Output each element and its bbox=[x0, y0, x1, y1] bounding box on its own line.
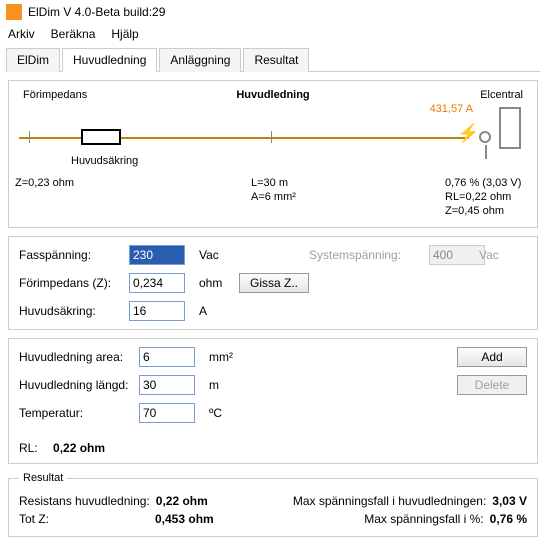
tab-eldim[interactable]: ElDim bbox=[6, 48, 60, 72]
gissa-z-button[interactable]: Gissa Z.. bbox=[239, 273, 309, 293]
label-elcentral: Elcentral bbox=[480, 89, 523, 101]
input-huvudsakring[interactable] bbox=[129, 301, 185, 321]
result-maxdrop-label: Max spänningsfall i huvudledningen: bbox=[293, 494, 486, 508]
label-len: L=30 m bbox=[251, 177, 288, 189]
elc-knob bbox=[479, 131, 491, 143]
label-area: A=6 mm² bbox=[251, 191, 296, 203]
input-systemspanning bbox=[429, 245, 485, 265]
input-fasspanning[interactable] bbox=[129, 245, 185, 265]
label-forimpedans-z: Förimpedans (Z): bbox=[19, 276, 129, 290]
tick-mid bbox=[271, 131, 272, 143]
unit-c: ºC bbox=[209, 406, 249, 420]
label-area: Huvudledning area: bbox=[19, 350, 139, 364]
unit-vac: Vac bbox=[199, 248, 239, 262]
input-forimpedans[interactable] bbox=[129, 273, 185, 293]
input-temperatur[interactable] bbox=[139, 403, 195, 423]
tab-huvudledning[interactable]: Huvudledning bbox=[62, 48, 157, 72]
input-length[interactable] bbox=[139, 375, 195, 395]
rl-line: RL: 0,22 ohm bbox=[19, 441, 527, 455]
rl-value: 0,22 ohm bbox=[53, 441, 105, 455]
label-fasspanning: Fasspänning: bbox=[19, 248, 129, 262]
unit-m: m bbox=[209, 378, 249, 392]
tick-source bbox=[29, 131, 30, 143]
app-icon bbox=[6, 4, 22, 20]
label-huvudsakring-form: Huvudsäkring: bbox=[19, 304, 129, 318]
result-legend: Resultat bbox=[19, 472, 67, 484]
diagram: Förimpedans Huvudledning Elcentral 431,5… bbox=[19, 89, 527, 219]
result-maxpct-label: Max spänningsfall i %: bbox=[364, 512, 483, 526]
unit-sys-vac: Vac bbox=[479, 248, 519, 262]
label-systemspanning: Systemspänning: bbox=[309, 248, 429, 262]
label-current: 431,57 A bbox=[430, 103, 473, 115]
form-panel-2: Huvudledning area: mm² Add Huvudledning … bbox=[8, 338, 538, 464]
label-zsrc: Z=0,23 ohm bbox=[15, 177, 74, 189]
add-button[interactable]: Add bbox=[457, 347, 527, 367]
unit-mm2: mm² bbox=[209, 350, 249, 364]
unit-ohm: ohm bbox=[199, 276, 239, 290]
result-res-value: 0,22 ohm bbox=[156, 494, 208, 508]
label-zend: Z=0,45 ohm bbox=[445, 205, 504, 217]
fuse-box bbox=[81, 129, 121, 145]
elc-stem bbox=[485, 145, 487, 159]
result-totz-label: Tot Z: bbox=[19, 512, 149, 526]
tab-anlaggning[interactable]: Anläggning bbox=[159, 48, 241, 72]
menubar: Arkiv Beräkna Hjälp bbox=[0, 24, 546, 47]
input-area[interactable] bbox=[139, 347, 195, 367]
label-rl: RL=0,22 ohm bbox=[445, 191, 511, 203]
elc-box bbox=[499, 107, 521, 149]
label-huvudsakring: Huvudsäkring bbox=[71, 155, 138, 167]
result-totz-value: 0,453 ohm bbox=[155, 512, 214, 526]
delete-button: Delete bbox=[457, 375, 527, 395]
menu-berakna[interactable]: Beräkna bbox=[51, 27, 96, 41]
result-res-label: Resistans huvudledning: bbox=[19, 494, 150, 508]
bolt-icon: ⚡ bbox=[457, 123, 479, 144]
diagram-panel: Förimpedans Huvudledning Elcentral 431,5… bbox=[8, 80, 538, 228]
result-panel: Resultat Resistans huvudledning: 0,22 oh… bbox=[8, 472, 538, 537]
titlebar: ElDim V 4.0-Beta build:29 bbox=[0, 0, 546, 24]
window-title: ElDim V 4.0-Beta build:29 bbox=[28, 5, 165, 19]
menu-hjalp[interactable]: Hjälp bbox=[111, 27, 138, 41]
unit-a: A bbox=[199, 304, 239, 318]
label-temperatur: Temperatur: bbox=[19, 406, 139, 420]
tab-resultat[interactable]: Resultat bbox=[243, 48, 309, 72]
menu-arkiv[interactable]: Arkiv bbox=[8, 27, 35, 41]
label-huvudledning: Huvudledning bbox=[19, 89, 527, 101]
form-panel-1: Fasspänning: Vac Systemspänning: Vac För… bbox=[8, 236, 538, 330]
label-drop: 0,76 % (3,03 V) bbox=[445, 177, 521, 189]
result-maxpct-value: 0,76 % bbox=[490, 512, 527, 526]
rl-label: RL: bbox=[19, 441, 38, 455]
tab-bar: ElDim Huvudledning Anläggning Resultat bbox=[6, 47, 540, 72]
result-maxdrop-value: 3,03 V bbox=[492, 494, 527, 508]
label-length: Huvudledning längd: bbox=[19, 378, 139, 392]
